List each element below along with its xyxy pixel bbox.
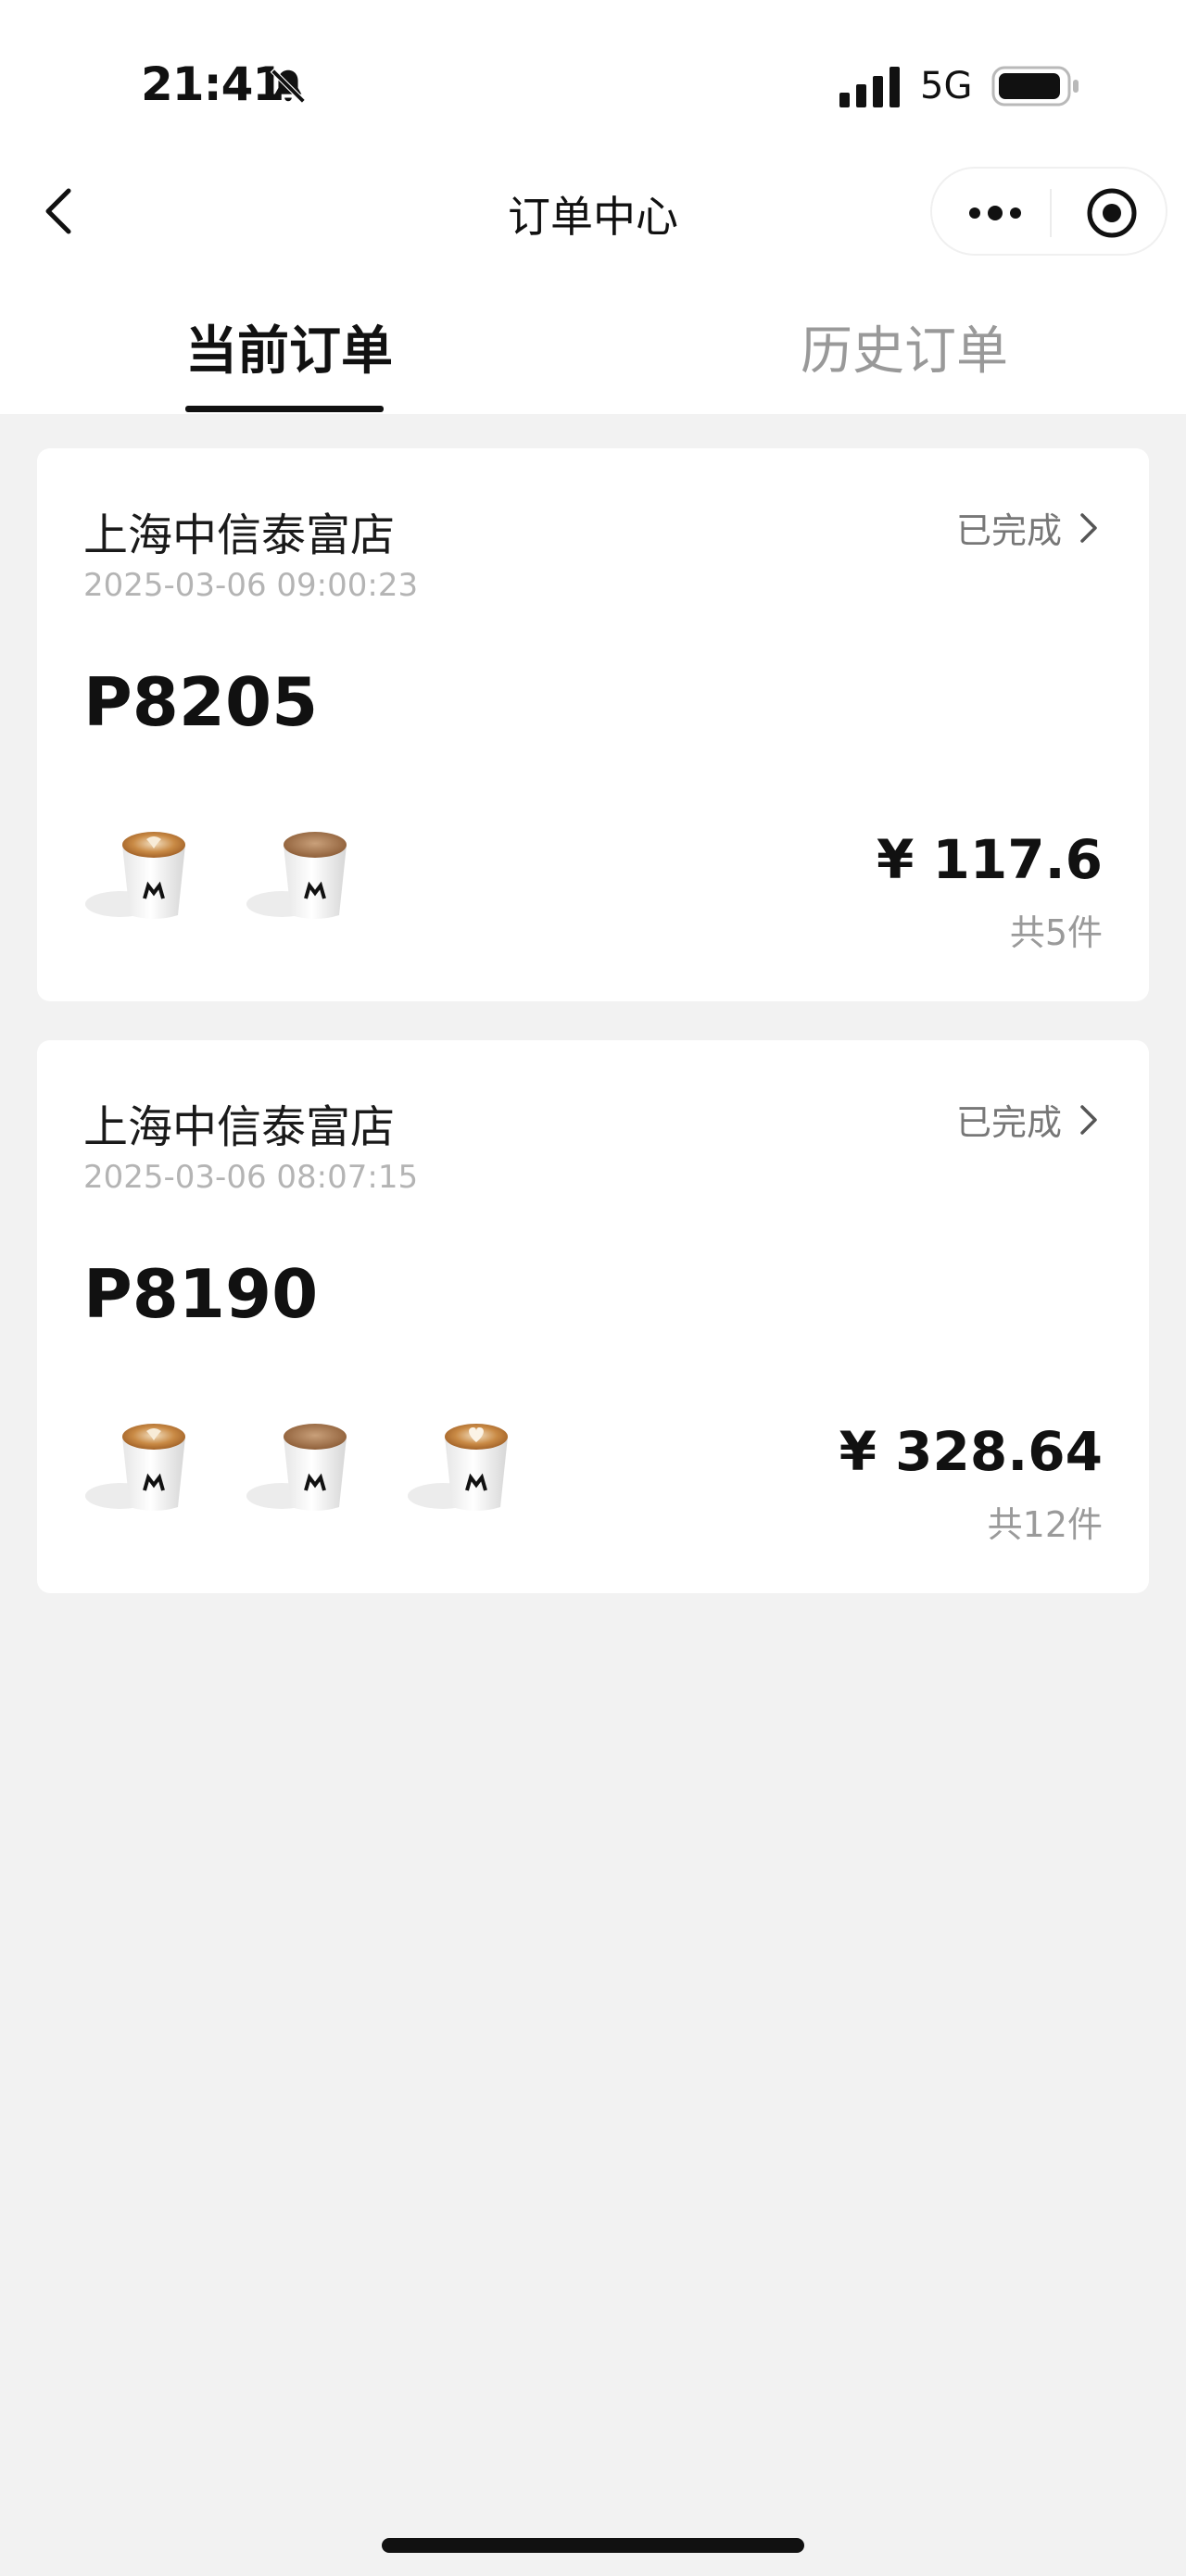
item-count: 共5件: [1009, 912, 1103, 953]
chevron-right-icon: [1080, 1104, 1097, 1135]
home-indicator: [382, 2538, 804, 2553]
coffee-cup-americano-icon: [246, 832, 347, 919]
miniprogram-capsule: [930, 167, 1167, 256]
order-status: 已完成: [955, 1102, 1062, 1143]
more-icon[interactable]: [965, 193, 1025, 233]
header-area: 21:41 5G 订单中心 当前订单 历史订单: [0, 0, 1186, 414]
chevron-right-icon: [1080, 512, 1097, 543]
order-status-link[interactable]: 已完成: [956, 1094, 1103, 1145]
coffee-cup-latte-icon: [85, 1424, 185, 1511]
store-name: 上海中信泰富店: [83, 1101, 396, 1153]
order-price: ¥ 328.64: [839, 1420, 1103, 1483]
tab-history-orders[interactable]: 历史订单: [801, 309, 1008, 383]
bell-muted-icon: [270, 68, 307, 105]
cellular-signal-icon: [839, 67, 900, 107]
item-count: 共12件: [987, 1504, 1103, 1545]
status-time: 21:41: [141, 57, 284, 111]
battery-icon: [991, 66, 1079, 107]
capsule-divider: [1050, 189, 1052, 237]
order-items: [83, 819, 406, 930]
coffee-cup-latte-icon: [85, 832, 185, 919]
order-time: 2025-03-06 09:00:23: [83, 567, 419, 604]
coffee-cup-flatwhite-icon: [408, 1424, 508, 1511]
pickup-code: P8190: [83, 1255, 319, 1333]
pickup-code: P8205: [83, 663, 319, 741]
order-time: 2025-03-06 08:07:15: [83, 1159, 419, 1196]
tab-current-orders[interactable]: 当前订单: [185, 309, 393, 383]
order-price: ¥ 117.6: [876, 828, 1103, 891]
close-miniprogram-icon[interactable]: [1086, 187, 1138, 239]
coffee-cup-americano-icon: [246, 1424, 347, 1511]
order-card[interactable]: 上海中信泰富店 2025-03-06 09:00:23 已完成 P8205 ¥ …: [37, 448, 1149, 1001]
order-status-link[interactable]: 已完成: [956, 502, 1103, 553]
order-card[interactable]: 上海中信泰富店 2025-03-06 08:07:15 已完成 P8190 ¥ …: [37, 1040, 1149, 1593]
order-status: 已完成: [955, 510, 1062, 551]
order-items: [83, 1411, 567, 1522]
active-tab-indicator: [185, 406, 384, 412]
network-type: 5G: [920, 65, 973, 107]
store-name: 上海中信泰富店: [83, 509, 396, 561]
